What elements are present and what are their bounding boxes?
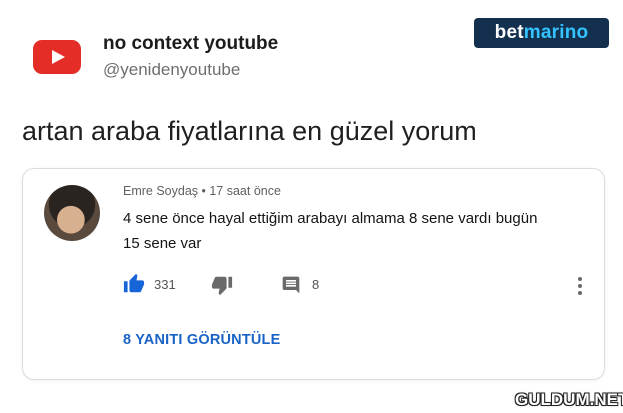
avatar[interactable] bbox=[44, 185, 100, 241]
view-replies-button[interactable]: 8 YANITI GÖRÜNTÜLE bbox=[123, 332, 281, 348]
more-vertical-icon[interactable] bbox=[575, 277, 585, 297]
reply-count: 8 bbox=[312, 277, 320, 292]
thumbs-up-icon[interactable] bbox=[123, 273, 145, 295]
like-count: 331 bbox=[154, 277, 176, 292]
comment-meta: Emre Soydaş • 17 saat önce bbox=[123, 184, 281, 198]
brand-logo: betmarino bbox=[474, 18, 609, 48]
youtube-logo-icon[interactable] bbox=[33, 40, 81, 74]
comment-card: Emre Soydaş • 17 saat önce 4 sene önce h… bbox=[22, 168, 605, 380]
comment-icon[interactable] bbox=[281, 275, 301, 295]
brand-logo-part2: marino bbox=[523, 22, 589, 43]
brand-logo-part1: bet bbox=[494, 22, 524, 43]
tweet-text: artan araba fiyatlarına en güzel yorum bbox=[22, 116, 477, 146]
tweet-header: no context youtube @yenidenyoutube bbox=[33, 28, 453, 88]
watermark: GULDUM.NET bbox=[515, 390, 623, 409]
comment-body: 4 sene önce hayal ettiğim arabayı almama… bbox=[123, 210, 538, 252]
thumbs-down-icon[interactable] bbox=[211, 274, 233, 296]
account-name[interactable]: no context youtube bbox=[103, 33, 278, 55]
account-handle[interactable]: @yenidenyoutube bbox=[103, 60, 240, 80]
